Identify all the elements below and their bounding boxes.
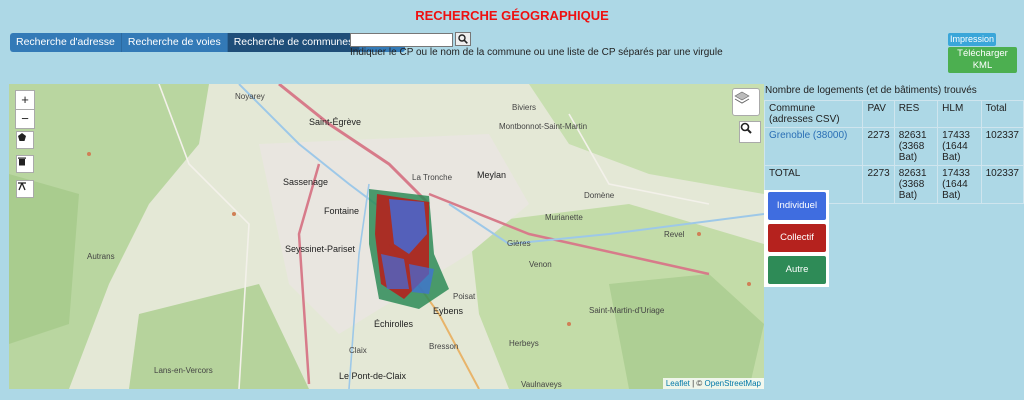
cell-hlm-value: 17433 <box>942 130 970 141</box>
map-label-claix: Claix <box>349 346 367 355</box>
draw-polygon-button[interactable] <box>16 131 34 149</box>
search-icon <box>740 122 752 134</box>
map-label-seyssinet: Seyssinet-Pariset <box>285 244 356 254</box>
cell-total: 102337 <box>980 127 1024 166</box>
commune-link[interactable]: Grenoble (38000) <box>763 127 864 166</box>
cell-res-bat: (3368 Bat) <box>898 179 925 201</box>
zoom-in-button[interactable]: + <box>15 90 35 110</box>
cell-hlm-bat: (1644 Bat) <box>942 179 968 201</box>
download-kml-label-2: KML <box>972 60 993 71</box>
map-label-herbeys: Herbeys <box>509 339 539 348</box>
cell-res-bat: (3368 Bat) <box>898 141 925 163</box>
cell-pav: 2273 <box>862 165 895 204</box>
column-header-res: RES <box>893 100 939 128</box>
table-header-row: Commune (adresses CSV) PAV RES HLM Total <box>763 100 1024 128</box>
tab-recherche-adresse[interactable]: Recherche d'adresse <box>10 33 122 52</box>
column-header-total: Total <box>980 100 1024 128</box>
map-label-bresson: Bresson <box>429 342 459 351</box>
osm-link[interactable]: OpenStreetMap <box>705 379 761 388</box>
map-tiles <box>9 84 764 389</box>
map-label-gieres: Gières <box>507 239 531 248</box>
tab-recherche-voies[interactable]: Recherche de voies <box>121 33 228 52</box>
map-view[interactable]: Saint-Égrève Meylan Sassenage Fontaine S… <box>9 84 764 389</box>
map-label-poisat: Poisat <box>453 292 476 301</box>
cell-hlm-value: 17433 <box>942 168 970 179</box>
map-label-eybens: Eybens <box>433 306 464 316</box>
attribution-separator: | © <box>689 379 705 388</box>
cell-res: 82631 (3368 Bat) <box>893 127 939 166</box>
map-label-domene: Domène <box>584 191 615 200</box>
map-label-venon: Venon <box>529 260 552 269</box>
cell-total: 102337 <box>980 165 1024 204</box>
layers-button[interactable] <box>732 88 760 116</box>
map-label-saint-egreve: Saint-Égrève <box>309 117 362 127</box>
map-label-pont-de-claix: Le Pont-de-Claix <box>339 371 407 381</box>
map-label-lans: Lans-en-Vercors <box>154 366 213 375</box>
map-label-montbonnot: Montbonnot-Saint-Martin <box>499 122 588 131</box>
cell-hlm: 17433 (1644 Bat) <box>937 127 982 166</box>
cell-hlm-bat: (1644 Bat) <box>942 141 968 163</box>
layers-icon <box>734 91 750 104</box>
results-title: Nombre de logements (et de bâtiments) tr… <box>765 85 977 96</box>
map-label-autrans: Autrans <box>87 252 115 261</box>
map-label-la-tronche: La Tronche <box>412 173 453 182</box>
trash-icon <box>18 157 26 166</box>
ruler-icon <box>18 182 26 191</box>
map-label-meylan: Meylan <box>477 170 507 180</box>
legend-autre-button[interactable]: Autre <box>768 256 826 284</box>
legend-panel: Individuel Collectif Autre <box>764 190 829 287</box>
map-label-vaulnaveys: Vaulnaveys <box>521 380 562 389</box>
legend-collectif-button[interactable]: Collectif <box>768 224 826 252</box>
column-header-commune: Commune (adresses CSV) <box>763 100 864 128</box>
map-label-sassenage: Sassenage <box>283 177 329 187</box>
search-hint: Indiquer le CP ou le nom de la commune o… <box>350 47 723 58</box>
download-kml-label-1: Télécharger <box>957 48 1008 59</box>
map-label-st-martin-uriage: Saint-Martin-d'Uriage <box>589 306 665 315</box>
map-label-murianette: Murianette <box>545 213 583 222</box>
polygon-icon <box>18 133 26 141</box>
table-row: Grenoble (38000) 2273 82631 (3368 Bat) 17… <box>763 127 1024 166</box>
tab-recherche-communes[interactable]: Recherche de communes <box>227 33 361 52</box>
cell-pav: 2273 <box>862 127 895 166</box>
map-label-fontaine: Fontaine <box>324 206 360 216</box>
search-tabs: Recherche d'adresse Recherche de voies R… <box>10 33 406 52</box>
legend-individuel-button[interactable]: Individuel <box>768 192 826 220</box>
map-attribution: Leaflet | © OpenStreetMap <box>662 378 764 389</box>
print-button[interactable]: Impression <box>948 33 996 46</box>
zoom-out-button[interactable]: − <box>15 109 35 129</box>
map-label-biviers: Biviers <box>512 103 537 112</box>
column-header-hlm: HLM <box>937 100 982 128</box>
map-label-noyarey: Noyarey <box>235 92 265 101</box>
map-label-echirolles: Échirolles <box>374 319 414 329</box>
search-button[interactable] <box>455 32 471 46</box>
search-icon <box>458 34 468 44</box>
commune-search-input[interactable] <box>350 33 453 47</box>
page-title: RECHERCHE GÉOGRAPHIQUE <box>415 8 609 23</box>
cell-hlm: 17433 (1644 Bat) <box>937 165 982 204</box>
leaflet-link[interactable]: Leaflet <box>666 379 690 388</box>
measure-button[interactable] <box>16 180 34 198</box>
delete-shapes-button[interactable] <box>16 155 34 173</box>
cell-res-value: 82631 <box>898 168 927 179</box>
column-header-pav: PAV <box>862 100 895 128</box>
map-label-revel: Revel <box>664 230 685 239</box>
cell-res-value: 82631 <box>898 130 927 141</box>
results-table: Commune (adresses CSV) PAV RES HLM Total… <box>763 100 1024 204</box>
map-search-button[interactable] <box>739 121 761 143</box>
download-kml-button[interactable]: Télécharger KML <box>948 47 1017 73</box>
cell-res: 82631 (3368 Bat) <box>893 165 939 204</box>
